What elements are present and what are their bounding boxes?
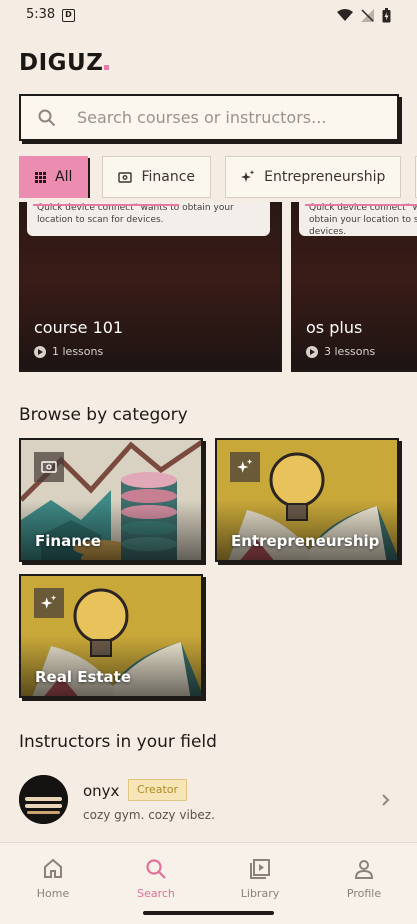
sparkle-icon: [34, 588, 64, 618]
course-meta: 1 lessons: [34, 345, 103, 358]
filter-chip-entrepreneurship[interactable]: Entrepreneurship: [225, 156, 402, 198]
nav-search[interactable]: Search: [116, 857, 196, 900]
home-icon: [44, 858, 62, 878]
search-input[interactable]: [77, 108, 367, 127]
profile-icon: [354, 860, 374, 879]
search-bar[interactable]: [19, 94, 399, 141]
money-icon: [118, 171, 133, 183]
course-card[interactable]: Quick device connect" wants to obtain yo…: [19, 202, 282, 372]
browse-category-heading: Browse by category: [19, 405, 188, 425]
course-lessons: 1 lessons: [52, 345, 104, 358]
creator-badge: Creator: [128, 779, 188, 801]
status-time: 5:38: [26, 7, 56, 22]
logo-text: DIGUZ: [19, 50, 104, 76]
course-carousel[interactable]: Quick device connect" wants to obtain yo…: [19, 202, 417, 374]
grid-icon: [35, 171, 46, 183]
instructor-name: onyx: [83, 782, 120, 800]
nav-label: Library: [240, 887, 280, 900]
tile-gradient: [217, 500, 397, 560]
nav-home[interactable]: Home: [13, 857, 93, 900]
money-icon: [34, 452, 64, 482]
filter-chip-finance[interactable]: Finance: [102, 156, 212, 198]
category-label: Real Estate: [35, 668, 132, 686]
category-label: Finance: [35, 532, 101, 550]
course-meta: 3 lessons: [306, 345, 375, 358]
course-title: os plus: [306, 318, 363, 337]
tile-gradient: [21, 500, 201, 560]
category-tile-finance[interactable]: Finance: [19, 438, 203, 562]
course-title: course 101: [34, 318, 124, 337]
nav-label: Home: [36, 887, 70, 900]
app-logo: DIGUZ: [19, 50, 110, 76]
nav-library[interactable]: Library: [220, 857, 300, 900]
status-icons: [337, 8, 391, 23]
play-icon: [34, 345, 46, 358]
chevron-right-icon: [382, 794, 390, 806]
course-thumbnail-dialog: Quick device connect" wants to obtain yo…: [299, 202, 417, 237]
course-thumbnail-dialog: Quick device connect" wants to obtain yo…: [27, 202, 270, 236]
filter-chip-label: Finance: [141, 169, 196, 185]
nav-profile[interactable]: Profile: [324, 857, 404, 900]
instructor-bio: cozy gym. cozy vibez.: [83, 808, 215, 822]
tile-gradient: [21, 636, 201, 696]
filter-chip-all[interactable]: All: [19, 156, 89, 198]
course-lessons: 3 lessons: [324, 345, 376, 358]
instructors-heading: Instructors in your field: [19, 732, 217, 752]
search-icon: [38, 109, 56, 126]
search-icon: [146, 859, 166, 879]
logo-dot: [104, 65, 110, 70]
course-card[interactable]: Quick device connect" wants to obtain yo…: [291, 202, 417, 372]
play-icon: [306, 345, 318, 358]
signal-off-icon: [361, 9, 374, 22]
category-tile-real-estate[interactable]: Real Estate: [19, 574, 203, 698]
filter-chip-label: All: [55, 169, 73, 185]
nav-label: Profile: [346, 887, 382, 900]
gesture-home-bar[interactable]: [143, 911, 274, 915]
status-bar: 5:38 D: [0, 0, 417, 32]
category-filter-chips: All Finance Entrepreneurship: [19, 156, 417, 198]
sparkle-icon: [241, 170, 255, 184]
category-label: Entrepreneurship: [231, 532, 380, 550]
nav-label: Search: [137, 887, 175, 900]
wifi-icon: [337, 9, 353, 21]
sparkle-icon: [230, 452, 260, 482]
filter-chip-label: Entrepreneurship: [264, 169, 386, 185]
library-icon: [250, 859, 270, 879]
instructor-row[interactable]: onyx Creator cozy gym. cozy vibez.: [19, 775, 399, 831]
battery-icon: [382, 8, 391, 23]
category-tile-entrepreneurship[interactable]: Entrepreneurship: [215, 438, 399, 562]
sim-badge-icon: D: [62, 9, 75, 22]
avatar: [19, 775, 68, 824]
